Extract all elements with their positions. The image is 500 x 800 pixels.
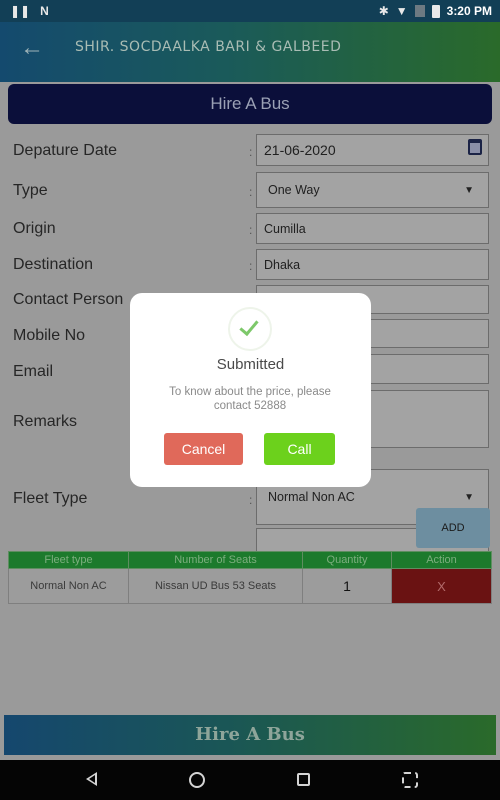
colon: : [249, 223, 253, 237]
label-depature-date: Depature Date [13, 142, 118, 159]
label-mobile-no: Mobile No [13, 327, 86, 344]
colon: : [249, 145, 253, 159]
status-bar: ❚❚ N ✱ ▼ 3:20 PM [0, 0, 500, 22]
table-row: Normal Non AC Nissan UD Bus 53 Seats 1 X [8, 568, 492, 604]
depature-date-input[interactable]: 21-06-2020 [256, 134, 489, 166]
success-check-icon [228, 307, 272, 351]
battery-icon [431, 4, 440, 18]
cancel-button[interactable]: Cancel [164, 433, 243, 465]
origin-input[interactable]: Cumilla [256, 213, 489, 244]
bluetooth-icon: ✱ [378, 4, 389, 18]
colon: : [249, 259, 253, 273]
add-button[interactable]: ADD [416, 508, 490, 548]
col-fleet-type: Fleet type [8, 551, 129, 569]
no-sim-icon [414, 5, 425, 17]
col-quantity: Quantity [302, 551, 392, 569]
destination-input[interactable]: Dhaka [256, 249, 489, 280]
dropdown-arrow-icon: ▼ [464, 491, 474, 503]
label-type: Type [13, 182, 48, 199]
arrow-left-icon[interactable]: ← [20, 34, 44, 62]
label-email: Email [13, 363, 54, 380]
status-time: 3:20 PM [446, 4, 492, 18]
nav-recents-icon[interactable] [297, 773, 310, 786]
wifi-icon: ▼ [395, 4, 408, 18]
check-icon [239, 315, 259, 337]
form-banner: Hire A Bus [8, 84, 492, 124]
delete-row-button[interactable]: X [391, 568, 492, 604]
dialog-message: To know about the price, please contact … [169, 386, 331, 412]
dialog-title: Submitted [216, 356, 285, 373]
app-bar: ← SHIR. SOCDAALKA BARI & GALBEED [0, 22, 500, 82]
destination-value: Dhaka [264, 257, 301, 272]
type-value: One Way [268, 183, 320, 197]
type-dropdown[interactable]: One Way ▼ [256, 172, 489, 208]
nav-back-icon[interactable] [86, 772, 97, 786]
col-number-of-seats: Number of Seats [128, 551, 303, 569]
calendar-icon[interactable] [468, 139, 482, 155]
cell-fleet-type: Normal Non AC [8, 568, 129, 604]
call-button[interactable]: Call [264, 433, 335, 465]
n-notification-icon: N [40, 4, 49, 18]
col-action: Action [391, 551, 492, 569]
dropdown-arrow-icon: ▼ [464, 184, 474, 196]
fleet-table: Fleet type Number of Seats Quantity Acti… [8, 551, 492, 604]
cell-seats: Nissan UD Bus 53 Seats [128, 568, 303, 604]
cell-quantity: 1 [302, 568, 392, 604]
colon: : [249, 493, 253, 507]
nav-home-icon[interactable] [189, 772, 205, 788]
depature-date-value: 21-06-2020 [264, 142, 336, 158]
screenshot-scan-icon[interactable] [402, 772, 418, 788]
colon: : [249, 185, 253, 199]
fleet-type-value: Normal Non AC [268, 490, 355, 504]
label-contact-person: Contact Person [13, 291, 124, 308]
label-remarks: Remarks [13, 413, 78, 430]
label-destination: Destination [13, 256, 94, 273]
submitted-dialog: Submitted To know about the price, pleas… [130, 293, 371, 487]
origin-value: Cumilla [264, 221, 306, 236]
pause-icon: ❚❚ [10, 4, 31, 18]
label-fleet-type: Fleet Type [13, 490, 88, 507]
hire-bus-submit-button[interactable]: Hire A Bus [4, 715, 496, 755]
app-title: SHIR. SOCDAALKA BARI & GALBEED [75, 39, 342, 55]
table-header-row: Fleet type Number of Seats Quantity Acti… [8, 551, 492, 569]
label-origin: Origin [13, 220, 56, 237]
system-nav-bar [0, 760, 500, 800]
